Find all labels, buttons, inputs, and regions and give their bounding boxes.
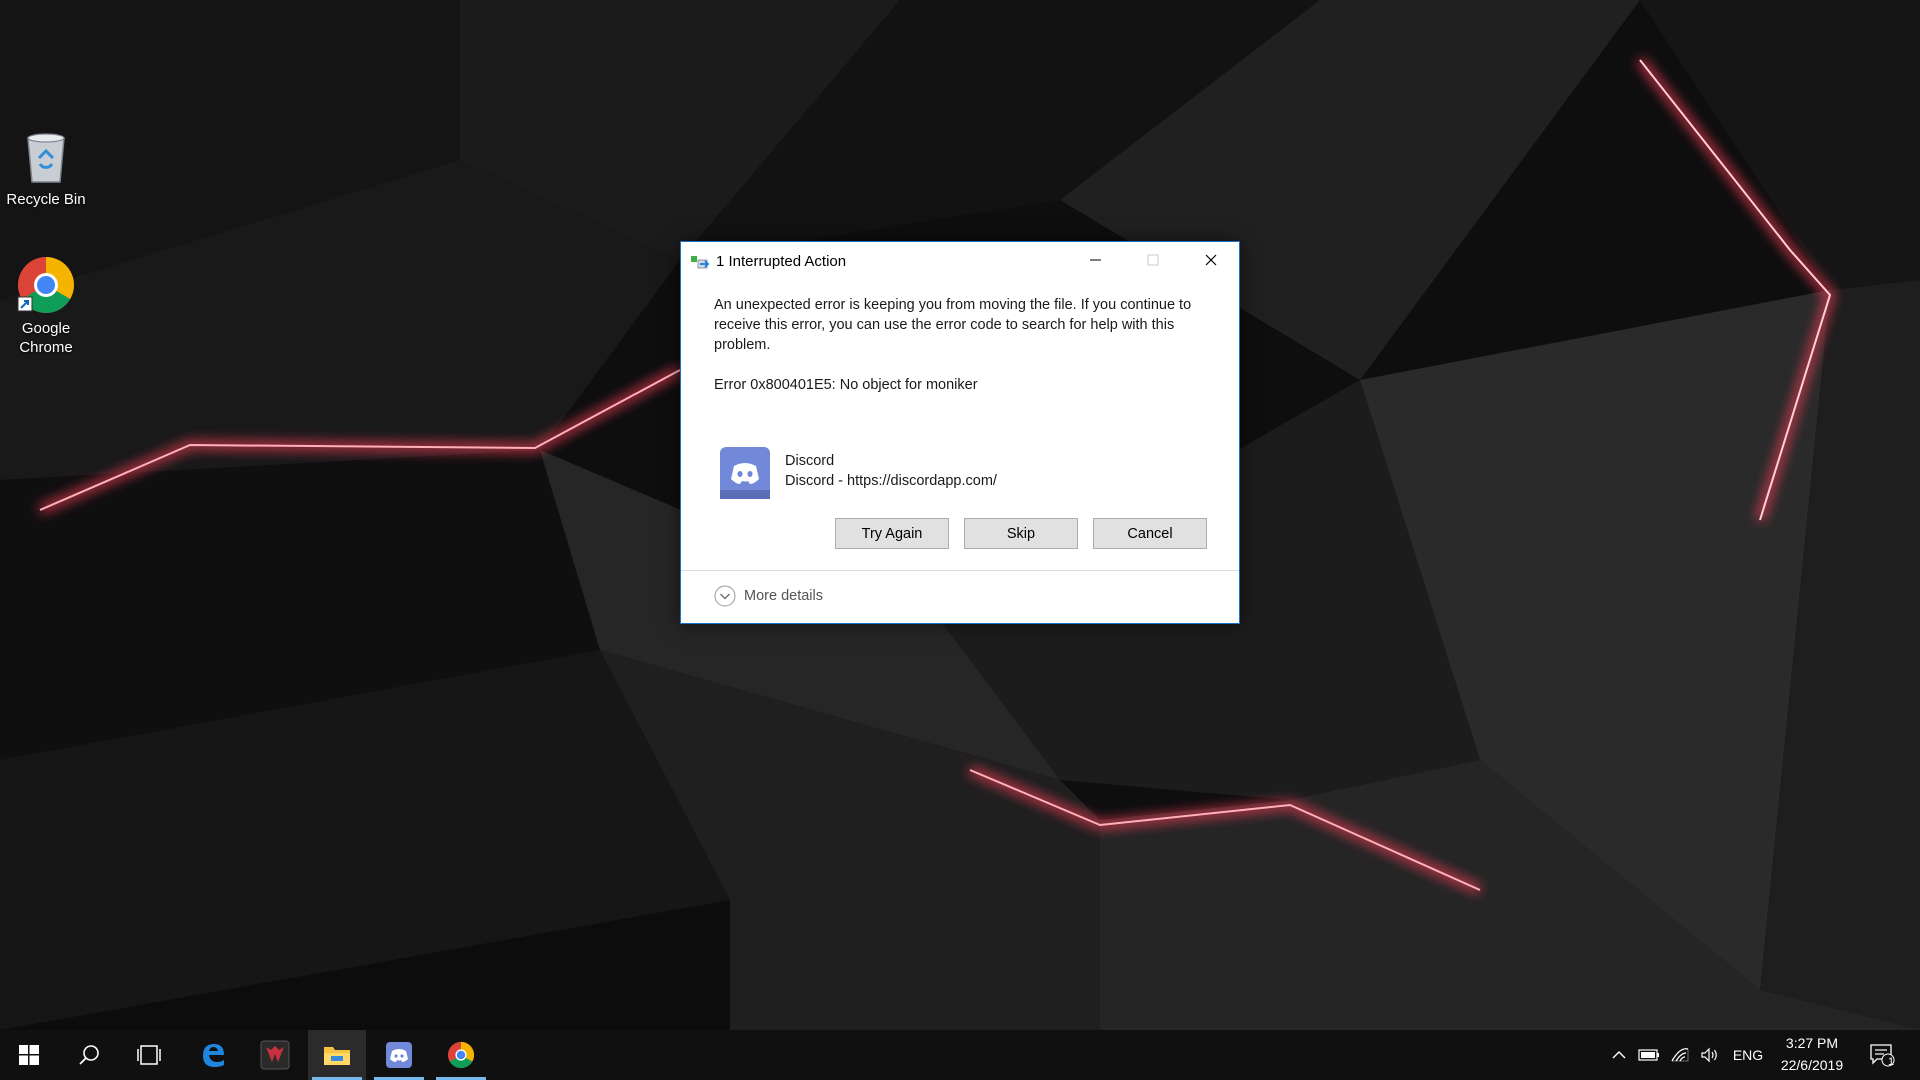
dialog-divider [681,570,1239,571]
taskbar-file-explorer[interactable] [308,1030,366,1080]
task-view-button[interactable] [120,1030,178,1080]
action-center-button[interactable]: 1 [1862,1030,1902,1080]
desktop-icon-recycle-bin[interactable]: Recycle Bin [0,130,92,209]
dialog-title: 1 Interrupted Action [716,253,847,270]
chrome-icon [447,1041,475,1069]
file-name: Discord [785,453,835,469]
close-icon [1205,254,1217,266]
interrupted-action-dialog: 1 Interrupted Action An unexpected error… [680,241,1240,624]
show-hidden-icons-button[interactable] [1606,1030,1632,1080]
notification-count: 1 [1888,1056,1895,1068]
speaker-icon [1701,1047,1717,1063]
recycle-bin-icon [27,133,65,183]
chrome-icon [17,257,74,313]
cancel-button[interactable]: Cancel [1093,518,1207,549]
clock-date[interactable]: 22/6/2019 [1772,1057,1852,1073]
volume-button[interactable] [1696,1030,1724,1080]
network-button[interactable] [1666,1030,1694,1080]
task-view-icon [137,1045,161,1065]
dialog-titlebar[interactable]: 1 Interrupted Action [681,242,1239,280]
discord-icon [720,447,770,499]
battery-icon [1638,1049,1659,1061]
file-move-icon [691,256,710,269]
minimize-button[interactable] [1066,242,1124,278]
close-button[interactable] [1182,242,1240,278]
more-details-link[interactable]: More details [744,588,823,604]
chevron-up-icon [1612,1051,1626,1059]
taskbar-chrome[interactable] [432,1030,490,1080]
minimize-icon [1090,259,1101,261]
clock-time[interactable]: 3:27 PM [1772,1035,1852,1051]
search-button[interactable] [60,1030,118,1080]
taskbar-predator[interactable] [246,1030,304,1080]
maximize-icon [1147,254,1159,266]
taskbar-edge[interactable] [184,1030,242,1080]
predator-sense-icon [260,1040,290,1070]
skip-button[interactable]: Skip [964,518,1078,549]
try-again-button[interactable]: Try Again [835,518,949,549]
taskbar: ENG 3:27 PM 22/6/2019 1 [0,1030,1920,1080]
file-description: Discord - https://discordapp.com/ [785,473,997,489]
desktop-icon-label: Google Chrome [19,320,73,356]
input-language-button[interactable]: ENG [1728,1030,1768,1080]
battery-button[interactable] [1634,1030,1664,1080]
windows-logo-icon [19,1045,39,1065]
edge-icon [203,1044,224,1067]
start-button[interactable] [0,1030,58,1080]
search-icon [79,1045,99,1065]
wifi-icon [1671,1048,1689,1062]
error-message: An unexpected error is keeping you from … [714,297,1192,353]
folder-icon [324,1047,350,1065]
chevron-down-icon[interactable] [714,585,736,607]
maximize-button [1124,242,1182,278]
taskbar-discord[interactable] [370,1030,428,1080]
error-code: Error 0x800401E5: No object for moniker [714,377,978,393]
desktop-icon-google-chrome[interactable]: Google Chrome [0,255,92,357]
desktop-icon-label: Recycle Bin [6,191,86,208]
discord-icon [386,1042,412,1068]
